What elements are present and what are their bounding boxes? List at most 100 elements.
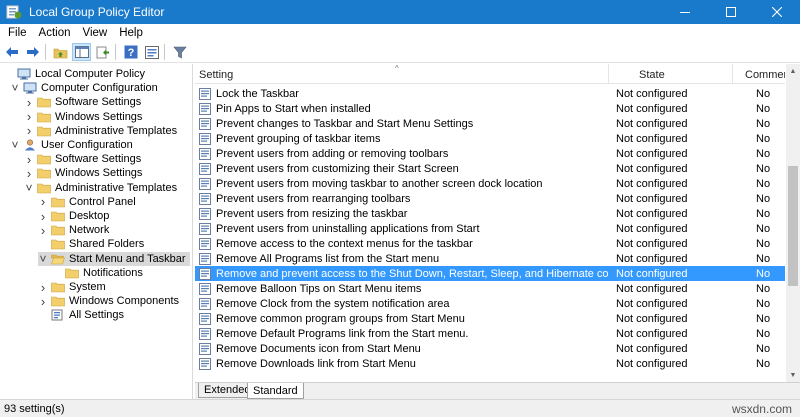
collapsed-arrow-icon[interactable]: › — [24, 109, 34, 124]
setting-cell: Lock the Taskbar — [195, 87, 609, 100]
setting-cell: Prevent users from resizing the taskbar — [195, 207, 609, 220]
folder-up-button[interactable] — [51, 43, 70, 61]
expanded-arrow-icon[interactable]: ˅ — [24, 181, 34, 195]
forward-button[interactable] — [23, 43, 42, 61]
setting-name: Remove and prevent access to the Shut Do… — [216, 267, 609, 280]
table-row[interactable]: Remove Documents icon from Start Menu Not… — [195, 341, 785, 356]
filter-button[interactable] — [170, 43, 189, 61]
setting-name: Remove Clock from the system notificatio… — [216, 297, 450, 310]
table-row[interactable]: Prevent users from adding or removing to… — [195, 146, 785, 161]
tree-node[interactable]: › Desktop — [38, 209, 110, 224]
collapsed-arrow-icon[interactable]: › — [24, 152, 34, 167]
column-header-state[interactable]: State — [609, 64, 733, 84]
table-row[interactable]: Prevent changes to Taskbar and Start Men… — [195, 116, 785, 131]
tree-node[interactable]: Notifications — [52, 266, 143, 280]
properties-button[interactable] — [142, 43, 161, 61]
expanded-arrow-icon[interactable]: ˅ — [38, 252, 48, 266]
policy-setting-icon — [199, 192, 211, 205]
back-button[interactable] — [2, 43, 21, 61]
collapsed-arrow-icon[interactable]: › — [38, 209, 48, 224]
tree-node[interactable]: › Control Panel — [38, 194, 136, 209]
table-row[interactable]: Remove All Programs list from the Start … — [195, 251, 785, 266]
tree-node[interactable]: Local Computer Policy — [4, 67, 145, 81]
table-row[interactable]: Remove Clock from the system notificatio… — [195, 296, 785, 311]
table-row[interactable]: Remove Default Programs link from the St… — [195, 326, 785, 341]
minimize-button[interactable] — [662, 0, 708, 24]
show-hide-tree-button[interactable] — [72, 43, 91, 61]
export-list-button[interactable] — [93, 43, 112, 61]
setting-cell: Remove Downloads link from Start Menu — [195, 357, 609, 370]
tree-node[interactable]: ˅ Computer Configuration — [10, 81, 157, 95]
state-cell: Not configured — [616, 252, 688, 265]
scroll-up-icon[interactable]: ▲ — [786, 64, 800, 78]
table-row[interactable]: Prevent users from customizing their Sta… — [195, 161, 785, 176]
tree-node[interactable]: › Network — [38, 223, 110, 238]
tree-node[interactable]: ˅ Administrative Templates — [24, 181, 177, 195]
setting-name: Remove Downloads link from Start Menu — [216, 357, 416, 370]
setting-cell: Prevent users from adding or removing to… — [195, 147, 609, 160]
policy-setting-icon — [199, 342, 211, 355]
table-row[interactable]: Pin Apps to Start when installed Not conf… — [195, 101, 785, 116]
collapsed-arrow-icon[interactable]: › — [24, 123, 34, 138]
tree-node[interactable]: Shared Folders — [38, 237, 144, 251]
collapsed-arrow-icon[interactable]: › — [24, 166, 34, 181]
setting-cell: Prevent changes to Taskbar and Start Men… — [195, 117, 609, 130]
tree-pane[interactable]: Local Computer Policy ˅ Computer Configura… — [0, 64, 193, 399]
tab-standard[interactable]: Standard — [247, 383, 304, 399]
menu-file[interactable]: File — [2, 27, 33, 39]
state-cell: Not configured — [616, 342, 688, 355]
expanded-arrow-icon[interactable]: ˅ — [10, 81, 20, 95]
table-row[interactable]: Prevent users from moving taskbar to ano… — [195, 176, 785, 191]
table-row[interactable]: Prevent grouping of taskbar items Not con… — [195, 131, 785, 146]
table-row[interactable]: Remove Balloon Tips on Start Menu items N… — [195, 281, 785, 296]
collapsed-arrow-icon[interactable]: › — [38, 194, 48, 209]
tree-node[interactable]: All Settings — [38, 308, 124, 322]
table-row[interactable]: Remove common program groups from Start … — [195, 311, 785, 326]
folder-icon — [51, 238, 65, 250]
setting-cell: Prevent users from customizing their Sta… — [195, 162, 609, 175]
maximize-button[interactable] — [708, 0, 754, 24]
help-button[interactable]: ? — [121, 43, 140, 61]
column-header-setting[interactable]: ^ Setting — [195, 64, 609, 84]
column-header-comment[interactable]: Commen — [733, 64, 785, 84]
menu-action[interactable]: Action — [33, 27, 77, 39]
tree-node[interactable]: › Software Settings — [24, 95, 141, 110]
menu-help[interactable]: Help — [113, 27, 149, 39]
tree-node[interactable]: ˅ User Configuration — [10, 138, 132, 152]
collapsed-arrow-icon[interactable]: › — [38, 223, 48, 238]
setting-cell: Remove Balloon Tips on Start Menu items — [195, 282, 609, 295]
tree-node-label: Windows Components — [69, 295, 180, 308]
close-button[interactable] — [754, 0, 800, 24]
table-row[interactable]: Prevent users from rearranging toolbars N… — [195, 191, 785, 206]
svg-text:?: ? — [127, 47, 134, 59]
table-row[interactable]: Remove and prevent access to the Shut Do… — [195, 266, 785, 281]
tree-node[interactable]: › Software Settings — [24, 152, 141, 167]
collapsed-arrow-icon[interactable]: › — [38, 294, 48, 309]
comment-cell: No — [756, 222, 771, 235]
watermark: wsxdn.com — [731, 402, 792, 416]
policy-setting-icon — [199, 327, 211, 340]
state-cell: Not configured — [616, 237, 688, 250]
table-row[interactable]: Prevent users from uninstalling applicat… — [195, 221, 785, 236]
tree-node[interactable]: › Windows Components — [38, 294, 180, 309]
tree-node[interactable]: › Administrative Templates — [24, 123, 177, 138]
tree-node[interactable]: › Windows Settings — [24, 166, 143, 181]
tree-node[interactable]: › System — [38, 280, 106, 295]
collapsed-arrow-icon[interactable]: › — [38, 280, 48, 295]
export-list-icon — [96, 46, 109, 58]
table-row[interactable]: Lock the Taskbar Not configured No — [195, 86, 785, 101]
policy-setting-icon — [199, 297, 211, 310]
table-row[interactable]: Remove access to the context menus for t… — [195, 236, 785, 251]
scrollbar-thumb[interactable] — [788, 166, 798, 286]
collapsed-arrow-icon[interactable]: › — [24, 95, 34, 110]
tree-node[interactable]: › Windows Settings — [24, 109, 143, 124]
table-row[interactable]: Remove Downloads link from Start Menu Not… — [195, 356, 785, 371]
vertical-scrollbar[interactable]: ▲ ▼ — [786, 64, 800, 382]
tree-node[interactable]: ˅ Start Menu and Taskbar — [38, 251, 190, 266]
menu-view[interactable]: View — [77, 27, 114, 39]
table-row[interactable]: Prevent users from resizing the taskbar N… — [195, 206, 785, 221]
setting-cell: Remove common program groups from Start … — [195, 312, 609, 325]
scroll-down-icon[interactable]: ▼ — [786, 368, 800, 382]
expanded-arrow-icon[interactable]: ˅ — [10, 138, 20, 152]
